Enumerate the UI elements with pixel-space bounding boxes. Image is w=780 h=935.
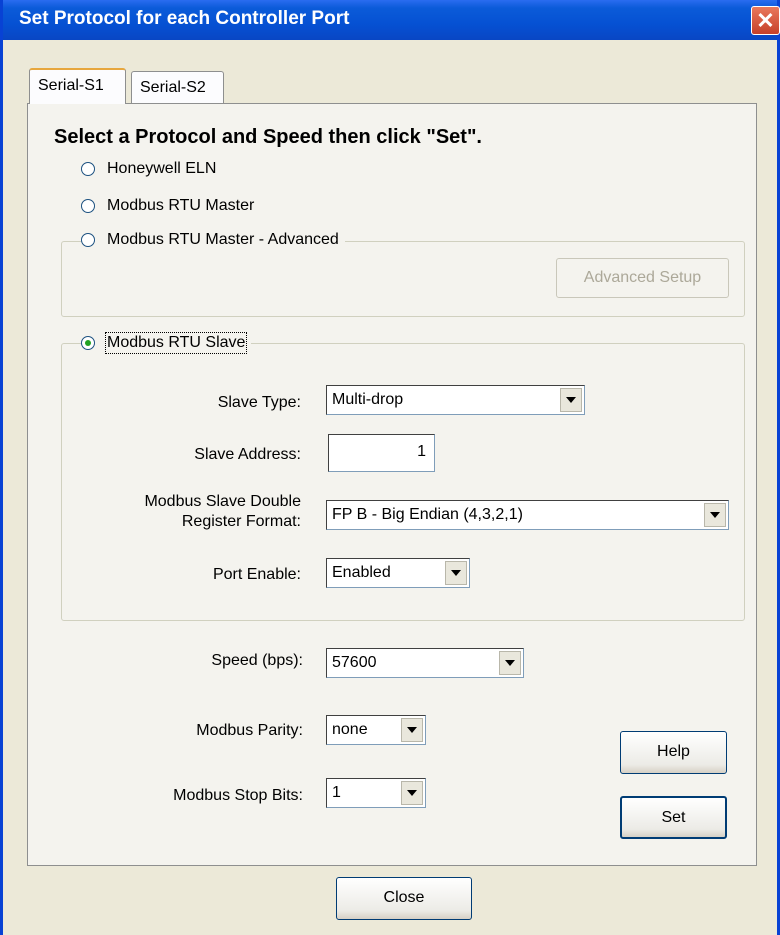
register-format-label-line2: Register Format: — [181, 513, 301, 530]
title-bar[interactable]: Set Protocol for each Controller Port ✕ — [3, 0, 780, 40]
chevron-down-icon[interactable] — [560, 388, 582, 412]
tab-serial-s1[interactable]: Serial-S1 — [29, 68, 126, 104]
speed-value: 57600 — [332, 654, 377, 671]
slave-address-label: Slave Address: — [194, 446, 301, 463]
register-format-label-line1: Modbus Slave Double — [144, 493, 301, 510]
chevron-down-icon[interactable] — [401, 781, 423, 805]
close-icon[interactable]: ✕ — [751, 6, 780, 35]
slave-type-value: Multi-drop — [332, 391, 404, 408]
tab-serial-s2[interactable]: Serial-S2 — [131, 71, 224, 104]
radio-modbus-rtu-master-advanced[interactable]: Modbus RTU Master - Advanced — [81, 231, 345, 249]
chevron-down-icon[interactable] — [704, 503, 726, 527]
register-format-select[interactable]: FP B - Big Endian (4,3,2,1) — [326, 500, 729, 530]
slave-address-field[interactable]: 1 — [328, 434, 435, 472]
speed-label: Speed (bps): — [211, 652, 303, 669]
parity-select[interactable]: none — [326, 715, 426, 745]
stop-bits-select[interactable]: 1 — [326, 778, 426, 808]
stop-bits-label: Modbus Stop Bits: — [173, 787, 303, 804]
radio-label: Modbus RTU Master — [107, 197, 255, 214]
help-button[interactable]: Help — [620, 731, 727, 774]
slave-type-label: Slave Type: — [217, 394, 301, 411]
radio-button[interactable] — [81, 233, 95, 247]
register-format-label: Modbus Slave Double Register Format: — [83, 492, 301, 532]
instruction-heading: Select a Protocol and Speed then click "… — [54, 126, 482, 148]
chevron-down-icon[interactable] — [401, 718, 423, 742]
radio-label: Modbus RTU Master - Advanced — [107, 231, 339, 248]
chevron-down-icon[interactable] — [499, 651, 521, 675]
advanced-setup-button[interactable]: Advanced Setup — [556, 258, 729, 298]
register-format-value: FP B - Big Endian (4,3,2,1) — [332, 506, 523, 523]
radio-modbus-rtu-slave[interactable]: Modbus RTU Slave — [81, 332, 252, 354]
radio-label: Modbus RTU Slave — [104, 332, 248, 354]
port-enable-value: Enabled — [332, 564, 391, 581]
window-title: Set Protocol for each Controller Port — [19, 8, 350, 29]
radio-button[interactable] — [81, 336, 95, 350]
parity-label: Modbus Parity: — [196, 722, 303, 739]
radio-honeywell-eln[interactable]: Honeywell ELN — [81, 160, 223, 178]
set-button[interactable]: Set — [620, 796, 727, 839]
radio-selected-dot — [85, 340, 91, 346]
radio-button[interactable] — [81, 199, 95, 213]
port-enable-label: Port Enable: — [212, 566, 301, 583]
port-enable-select[interactable]: Enabled — [326, 558, 470, 588]
speed-select[interactable]: 57600 — [326, 648, 524, 678]
radio-modbus-rtu-master[interactable]: Modbus RTU Master — [81, 197, 261, 215]
tab-label: Serial-S1 — [38, 77, 104, 94]
radio-label: Honeywell ELN — [107, 160, 217, 177]
radio-button[interactable] — [81, 162, 95, 176]
stop-bits-value: 1 — [332, 784, 341, 801]
dialog-window: Set Protocol for each Controller Port ✕ … — [0, 0, 780, 935]
tab-label: Serial-S2 — [140, 79, 206, 96]
close-button[interactable]: Close — [336, 877, 472, 920]
chevron-down-icon[interactable] — [445, 561, 467, 585]
parity-value: none — [332, 721, 368, 738]
slave-type-select[interactable]: Multi-drop — [326, 385, 585, 415]
